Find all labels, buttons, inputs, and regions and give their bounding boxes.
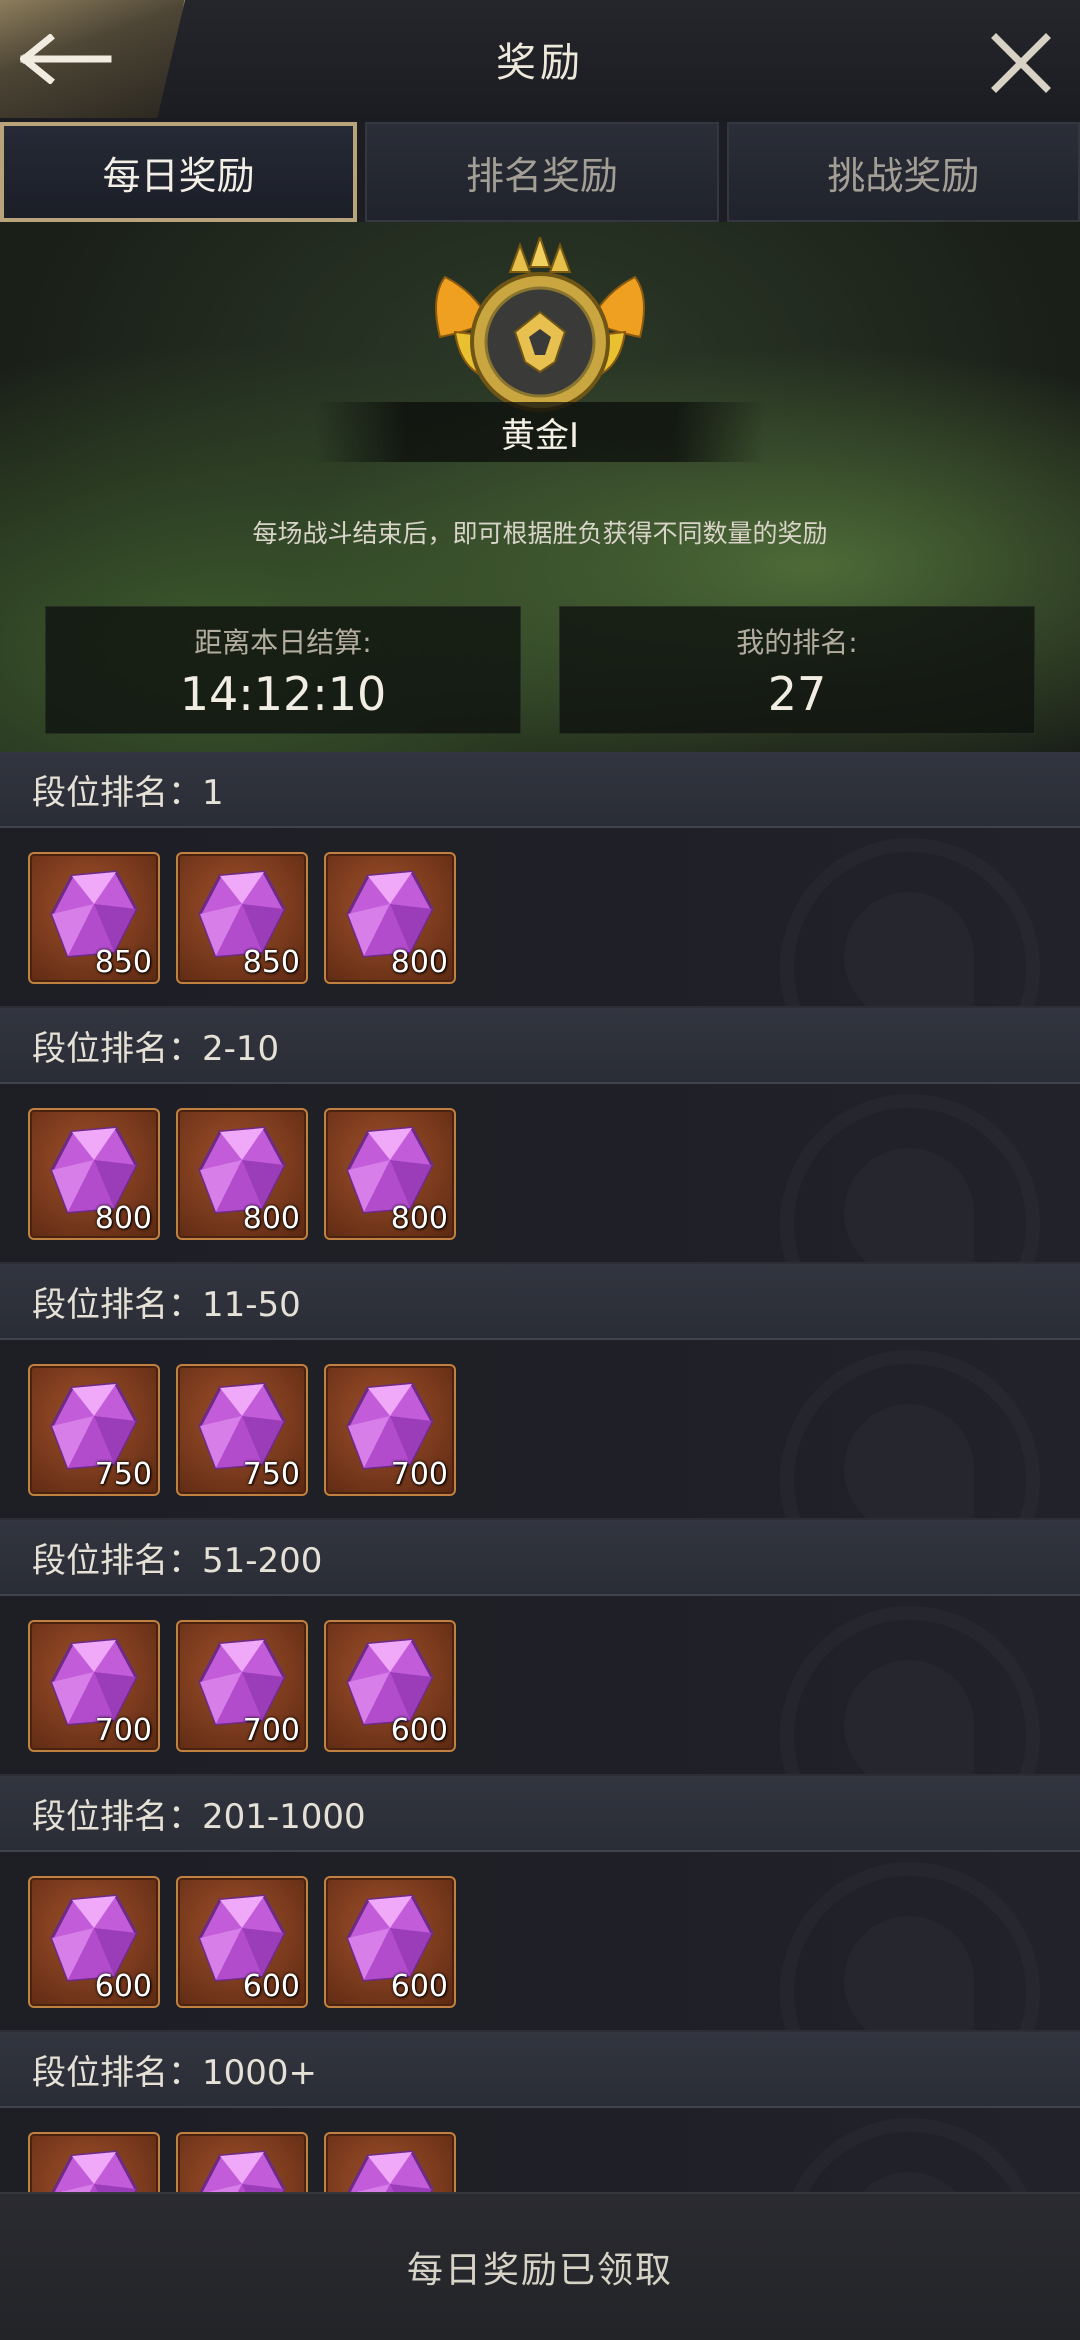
tier-rewards: 850 850 800 [0,828,1080,1008]
clover-watermark-icon [780,2118,1040,2192]
reward-item[interactable]: 800 [28,1108,160,1240]
reward-items: 800 800 800 [28,1108,456,1240]
tier-rewards: 800 800 800 [0,1084,1080,1264]
reward-items: 850 850 800 [28,852,456,984]
reward-items: 700 700 600 [28,1620,456,1752]
reward-quantity: 600 [94,1969,152,2004]
tier-header: 段位排名：201-1000 [0,1776,1080,1852]
reward-items: 750 750 700 [28,1364,456,1496]
reward-item[interactable]: 750 [176,1364,308,1496]
reward-item[interactable]: 800 [176,1108,308,1240]
purple-gem-icon [347,2150,434,2192]
rank-name: 黄金I [315,402,765,462]
reward-item[interactable] [176,2132,308,2192]
daily-reward-claimed-status: 每日奖励已领取 [0,2192,1080,2340]
tier-header: 段位排名：51-200 [0,1520,1080,1596]
countdown-value: 14:12:10 [179,667,387,721]
tab-bar: 每日奖励 排名奖励 挑战奖励 [0,122,1080,222]
reward-items [28,2132,456,2192]
reward-quantity: 600 [390,1713,448,1748]
reward-item[interactable]: 850 [28,852,160,984]
tab-daily-rewards[interactable]: 每日奖励 [0,122,358,222]
countdown-label: 距离本日结算: [194,626,372,659]
reward-tier-list[interactable]: 段位排名：1 850 850 800 段位排名：2-10 800 800 800 段位排名：11… [0,752,1080,2192]
reward-quantity: 800 [242,1201,300,1236]
purple-gem-icon [51,2150,138,2192]
reward-item[interactable]: 800 [324,852,456,984]
reward-quantity: 750 [94,1457,152,1492]
reward-item[interactable]: 800 [324,1108,456,1240]
reward-tier: 段位排名：1000+ [0,2032,1080,2192]
reward-item[interactable]: 600 [176,1876,308,2008]
my-rank-box: 我的排名: 27 [559,606,1035,734]
clover-watermark-icon [780,1350,1040,1518]
reward-item[interactable]: 600 [324,1876,456,2008]
tab-ranking-rewards[interactable]: 排名奖励 [365,122,719,222]
reward-item[interactable] [324,2132,456,2192]
reward-quantity: 800 [390,1201,448,1236]
tier-rewards: 750 750 700 [0,1340,1080,1520]
my-rank-label: 我的排名: [736,626,858,659]
reward-quantity: 700 [94,1713,152,1748]
close-icon[interactable] [990,32,1052,94]
gold-rank-emblem-icon [435,237,645,412]
tier-rewards: 700 700 600 [0,1596,1080,1776]
reward-quantity: 800 [390,945,448,980]
reward-item[interactable]: 700 [324,1364,456,1496]
reward-items: 600 600 600 [28,1876,456,2008]
rewards-screen: 奖励 每日奖励 排名奖励 挑战奖励 黄金I 每场战斗结束后，即可根据胜负获得不同… [0,0,1080,2340]
reward-tier: 段位排名：1 850 850 800 [0,752,1080,1008]
top-bar: 奖励 [0,0,1080,122]
reward-quantity: 800 [94,1201,152,1236]
purple-gem-icon [199,2150,286,2192]
reward-tier: 段位排名：201-1000 600 600 600 [0,1776,1080,2032]
tier-rewards [0,2108,1080,2192]
tier-header: 段位排名：1000+ [0,2032,1080,2108]
tier-header: 段位排名：1 [0,752,1080,828]
clover-watermark-icon [780,1606,1040,1774]
reward-description: 每场战斗结束后，即可根据胜负获得不同数量的奖励 [252,519,828,548]
reward-item[interactable]: 700 [176,1620,308,1752]
reward-quantity: 700 [390,1457,448,1492]
reward-item[interactable]: 700 [28,1620,160,1752]
reward-quantity: 600 [390,1969,448,2004]
reward-quantity: 750 [242,1457,300,1492]
clover-watermark-icon [780,1094,1040,1262]
reward-item[interactable] [28,2132,160,2192]
reward-item[interactable]: 850 [176,852,308,984]
my-rank-value: 27 [767,667,827,721]
tier-header: 段位排名：11-50 [0,1264,1080,1340]
clover-watermark-icon [780,1862,1040,2030]
tab-challenge-rewards[interactable]: 挑战奖励 [726,122,1080,222]
reward-item[interactable]: 600 [28,1876,160,2008]
reward-item[interactable]: 750 [28,1364,160,1496]
reward-tier: 段位排名：2-10 800 800 800 [0,1008,1080,1264]
page-title: 奖励 [496,40,584,86]
clover-watermark-icon [780,838,1040,1006]
rank-hero: 黄金I 每场战斗结束后，即可根据胜负获得不同数量的奖励 距离本日结算: 14:1… [0,222,1080,752]
reward-quantity: 700 [242,1713,300,1748]
tier-header: 段位排名：2-10 [0,1008,1080,1084]
tier-rewards: 600 600 600 [0,1852,1080,2032]
settlement-countdown: 距离本日结算: 14:12:10 [45,606,521,734]
reward-quantity: 600 [242,1969,300,2004]
reward-tier: 段位排名：11-50 750 750 700 [0,1264,1080,1520]
reward-quantity: 850 [242,945,300,980]
reward-quantity: 850 [94,945,152,980]
reward-item[interactable]: 600 [324,1620,456,1752]
reward-tier: 段位排名：51-200 700 700 600 [0,1520,1080,1776]
